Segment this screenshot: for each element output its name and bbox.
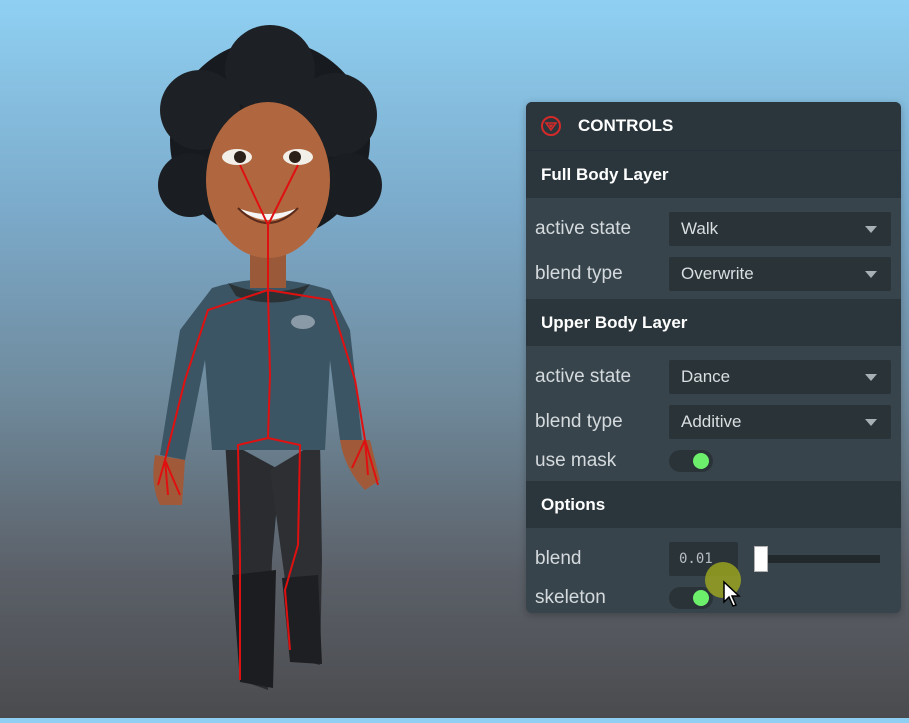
- chevron-down-icon: [865, 418, 877, 426]
- full-body-blend-type-value: Overwrite: [681, 263, 754, 283]
- use-mask-toggle[interactable]: [669, 450, 713, 472]
- use-mask-row: use mask: [526, 444, 901, 478]
- upper-body-active-state-select[interactable]: Dance: [669, 359, 891, 394]
- use-mask-label: use mask: [535, 450, 617, 471]
- full-body-blend-type-select[interactable]: Overwrite: [669, 256, 891, 291]
- chevron-down-icon: [865, 270, 877, 278]
- blend-slider-handle[interactable]: [754, 545, 768, 572]
- use-mask-toggle-knob: [693, 453, 709, 469]
- upper-body-blend-type-label: blend type: [535, 410, 623, 432]
- triangle-circle-icon: [541, 116, 561, 136]
- avatar-right-hand: [340, 440, 380, 490]
- upper-body-blend-type-row: blend type Additive: [526, 399, 901, 444]
- full-body-active-state-value: Walk: [681, 218, 719, 238]
- upper-body-active-state-row: active state Dance: [526, 354, 901, 399]
- full-body-active-state-select[interactable]: Walk: [669, 211, 891, 246]
- blend-label: blend: [535, 547, 582, 569]
- upper-body-active-state-label: active state: [535, 365, 632, 387]
- chevron-down-icon: [865, 373, 877, 381]
- skeleton-toggle-knob: [693, 590, 709, 606]
- full-body-blend-type-row: blend type Overwrite: [526, 251, 901, 296]
- skeleton-toggle[interactable]: [669, 587, 713, 609]
- upper-body-blend-type-value: Additive: [681, 411, 742, 431]
- upper-body-layer-title[interactable]: Upper Body Layer: [526, 299, 901, 346]
- blend-slider-track[interactable]: [755, 554, 880, 563]
- full-body-layer-title[interactable]: Full Body Layer: [526, 151, 901, 198]
- avatar-left-hand: [153, 455, 185, 505]
- full-body-active-state-row: active state Walk: [526, 206, 901, 251]
- upper-body-blend-type-select[interactable]: Additive: [669, 404, 891, 439]
- controls-title: CONTROLS: [578, 116, 674, 135]
- skeleton-label: skeleton: [535, 587, 606, 608]
- chevron-down-icon: [865, 225, 877, 233]
- options-title[interactable]: Options: [526, 481, 901, 528]
- mouse-pointer-icon: [723, 580, 741, 607]
- controls-header[interactable]: CONTROLS: [526, 102, 901, 151]
- controls-panel: CONTROLS Full Body Layer active state Wa…: [526, 102, 901, 613]
- full-body-active-state-label: active state: [535, 217, 632, 239]
- upper-body-active-state-value: Dance: [681, 366, 731, 386]
- full-body-blend-type-label: blend type: [535, 262, 623, 284]
